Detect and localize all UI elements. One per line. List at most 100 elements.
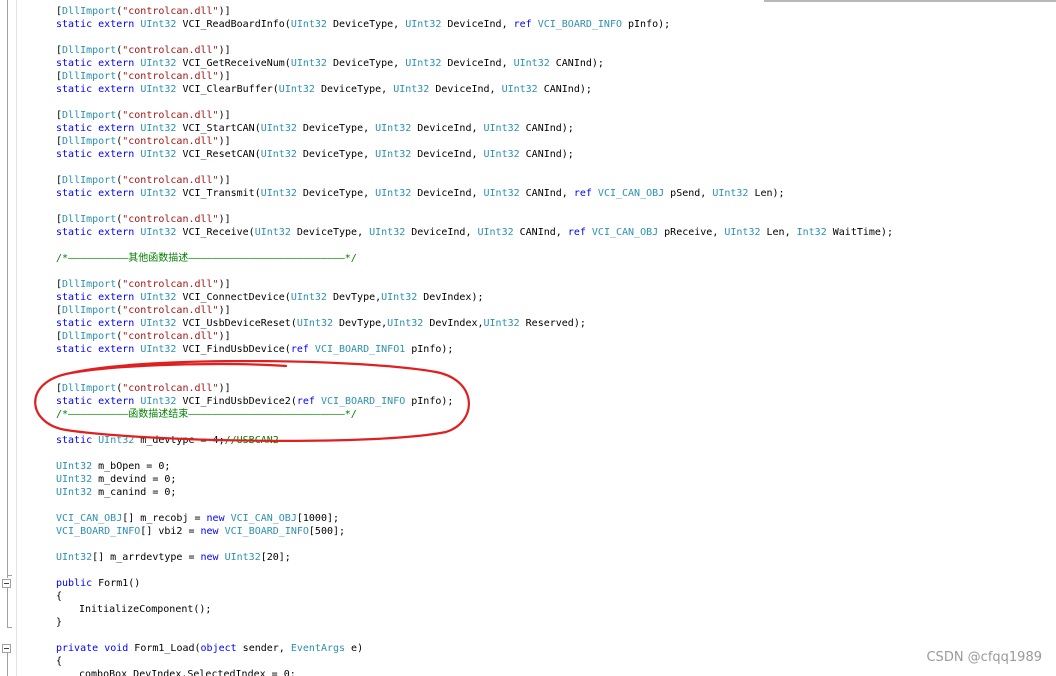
code-token-type: UInt32 (140, 149, 177, 160)
code-token-type: DllImport (62, 45, 117, 56)
code-token-kw: static (56, 318, 93, 329)
code-token-str: "controlcan.dll" (122, 279, 219, 290)
collapse-toggle-form1-ctor[interactable] (2, 579, 11, 588)
code-line: } (56, 616, 62, 629)
code-token-kw: ref (290, 344, 309, 355)
code-token-type: UInt32 (254, 227, 291, 238)
code-token-plain: pInfo); (405, 396, 454, 407)
outline-guide-tick (7, 575, 12, 576)
code-token-type: DllImport (62, 175, 117, 186)
code-token-plain: [500]; (308, 526, 346, 537)
code-token-kw: new (206, 513, 225, 524)
code-token-plain: DeviceType, (314, 84, 394, 95)
code-token-type: UInt32 (375, 149, 412, 160)
code-token-plain: Reserved); (519, 318, 586, 329)
code-token-type: DllImport (62, 383, 117, 394)
code-line: static extern UInt32 VCI_ResetCAN(UInt32… (56, 148, 574, 161)
outline-guide-line (7, 0, 8, 578)
code-token-type: UInt32 (56, 487, 93, 498)
code-token-type: UInt32 (140, 84, 177, 95)
code-token-plain: DeviceType, (296, 188, 376, 199)
code-token-kw: static (56, 149, 93, 160)
code-token-type: UInt32 (405, 58, 442, 69)
code-token-plain: DeviceType, (326, 19, 406, 30)
code-token-type: UInt32 (140, 227, 177, 238)
code-token-type: VCI_BOARD_INFO (224, 526, 309, 537)
code-token-plain: DeviceInd, (411, 188, 484, 199)
code-token-plain: VCI_StartCAN( (176, 123, 261, 134)
code-token-plain: VCI_GetReceiveNum( (176, 58, 291, 69)
code-line: [DllImport("controlcan.dll")] (56, 44, 231, 57)
code-token-type: UInt32 (290, 19, 327, 30)
code-token-plain: )] (218, 383, 231, 394)
code-token-type: UInt32 (393, 84, 430, 95)
code-token-kw: static (56, 123, 93, 134)
code-line: [DllImport("controlcan.dll")] (56, 304, 231, 317)
code-token-plain: CANInd, (519, 188, 574, 199)
code-line: private void Form1_Load(object sender, E… (56, 642, 363, 655)
code-token-plain: [1000]; (296, 513, 340, 524)
code-token-type: VCI_BOARD_INFO (320, 396, 406, 407)
code-token-plain: Form1() (92, 578, 141, 589)
watermark-text: CSDN @cfqq1989 (926, 650, 1042, 665)
code-token-kw: static (56, 58, 93, 69)
code-line: static UInt32 m_devtype = 4;//USBCAN2 (56, 434, 279, 447)
code-token-str: "controlcan.dll" (122, 331, 219, 342)
code-token-type: DllImport (62, 279, 117, 290)
code-line: static extern UInt32 VCI_ClearBuffer(UIn… (56, 83, 592, 96)
code-token-type: VCI_BOARD_INFO1 (314, 344, 406, 355)
code-token-plain: DeviceType, (296, 123, 376, 134)
code-line: [DllImport("controlcan.dll")] (56, 382, 231, 395)
code-token-plain: DeviceType, (326, 58, 406, 69)
code-token-plain: VCI_ConnectDevice( (176, 292, 291, 303)
code-token-plain: InitializeComponent(); (79, 604, 212, 615)
code-token-kw: new (200, 552, 219, 563)
code-line: static extern UInt32 VCI_ConnectDevice(U… (56, 291, 484, 304)
code-line: [DllImport("controlcan.dll")] (56, 278, 231, 291)
code-token-plain: [] m_recobj = (122, 513, 207, 524)
code-token-plain: DevType, (332, 318, 388, 329)
code-token-type: UInt32 (381, 292, 418, 303)
code-token-plain: m_bOpen = 0; (92, 461, 171, 472)
code-line: UInt32 m_bOpen = 0; (56, 460, 170, 473)
code-token-plain: VCI_ResetCAN( (176, 149, 261, 160)
code-token-str: "controlcan.dll" (122, 136, 219, 147)
code-token-kw: static (56, 84, 93, 95)
code-token-type: VCI_CAN_OBJ (56, 513, 123, 524)
code-line: UInt32 m_devind = 0; (56, 473, 176, 486)
code-token-type: UInt32 (224, 552, 261, 563)
code-token-type: UInt32 (477, 227, 514, 238)
code-token-kw: extern (98, 188, 135, 199)
code-line: UInt32[] m_arrdevtype = new UInt32[20]; (56, 551, 291, 564)
code-token-plain: m_devtype = 4; (134, 435, 225, 446)
code-token-plain: CANInd); (519, 123, 574, 134)
code-line: static extern UInt32 VCI_FindUsbDevice2(… (56, 395, 453, 408)
code-token-plain: Form1_Load( (128, 643, 201, 654)
code-line: VCI_CAN_OBJ[] m_recobj = new VCI_CAN_OBJ… (56, 512, 339, 525)
code-token-type: UInt32 (375, 123, 412, 134)
code-token-plain: [] vbi2 = (140, 526, 201, 537)
code-token-type: DllImport (62, 136, 117, 147)
code-token-kw: static (56, 344, 93, 355)
code-token-type: VCI_BOARD_INFO (537, 19, 622, 30)
code-token-type: VCI_BOARD_INFO (56, 526, 141, 537)
code-editor[interactable]: [DllImport("controlcan.dll")] static exte… (0, 0, 1056, 676)
code-token-plain: CANInd); (537, 84, 592, 95)
code-token-plain: CANInd); (519, 149, 574, 160)
code-token-type: UInt32 (140, 396, 177, 407)
code-line: /*——————————函数描述结束——————————————————————… (56, 408, 357, 421)
outline-guide-line (7, 588, 8, 628)
collapse-toggle-form1-load[interactable] (2, 644, 11, 653)
code-line: { (56, 590, 62, 603)
code-token-plain: )] (218, 305, 231, 316)
code-token-type: UInt32 (278, 84, 315, 95)
code-token-plain: pSend, (664, 188, 713, 199)
code-token-type: UInt32 (513, 58, 550, 69)
code-token-plain: )] (218, 6, 231, 17)
code-token-str: "controlcan.dll" (122, 214, 219, 225)
outline-guide-line (7, 653, 8, 676)
code-token-type: UInt32 (290, 292, 327, 303)
code-token-plain: )] (218, 331, 231, 342)
code-token-type: VCI_CAN_OBJ (591, 227, 659, 238)
code-token-type: UInt32 (369, 227, 406, 238)
